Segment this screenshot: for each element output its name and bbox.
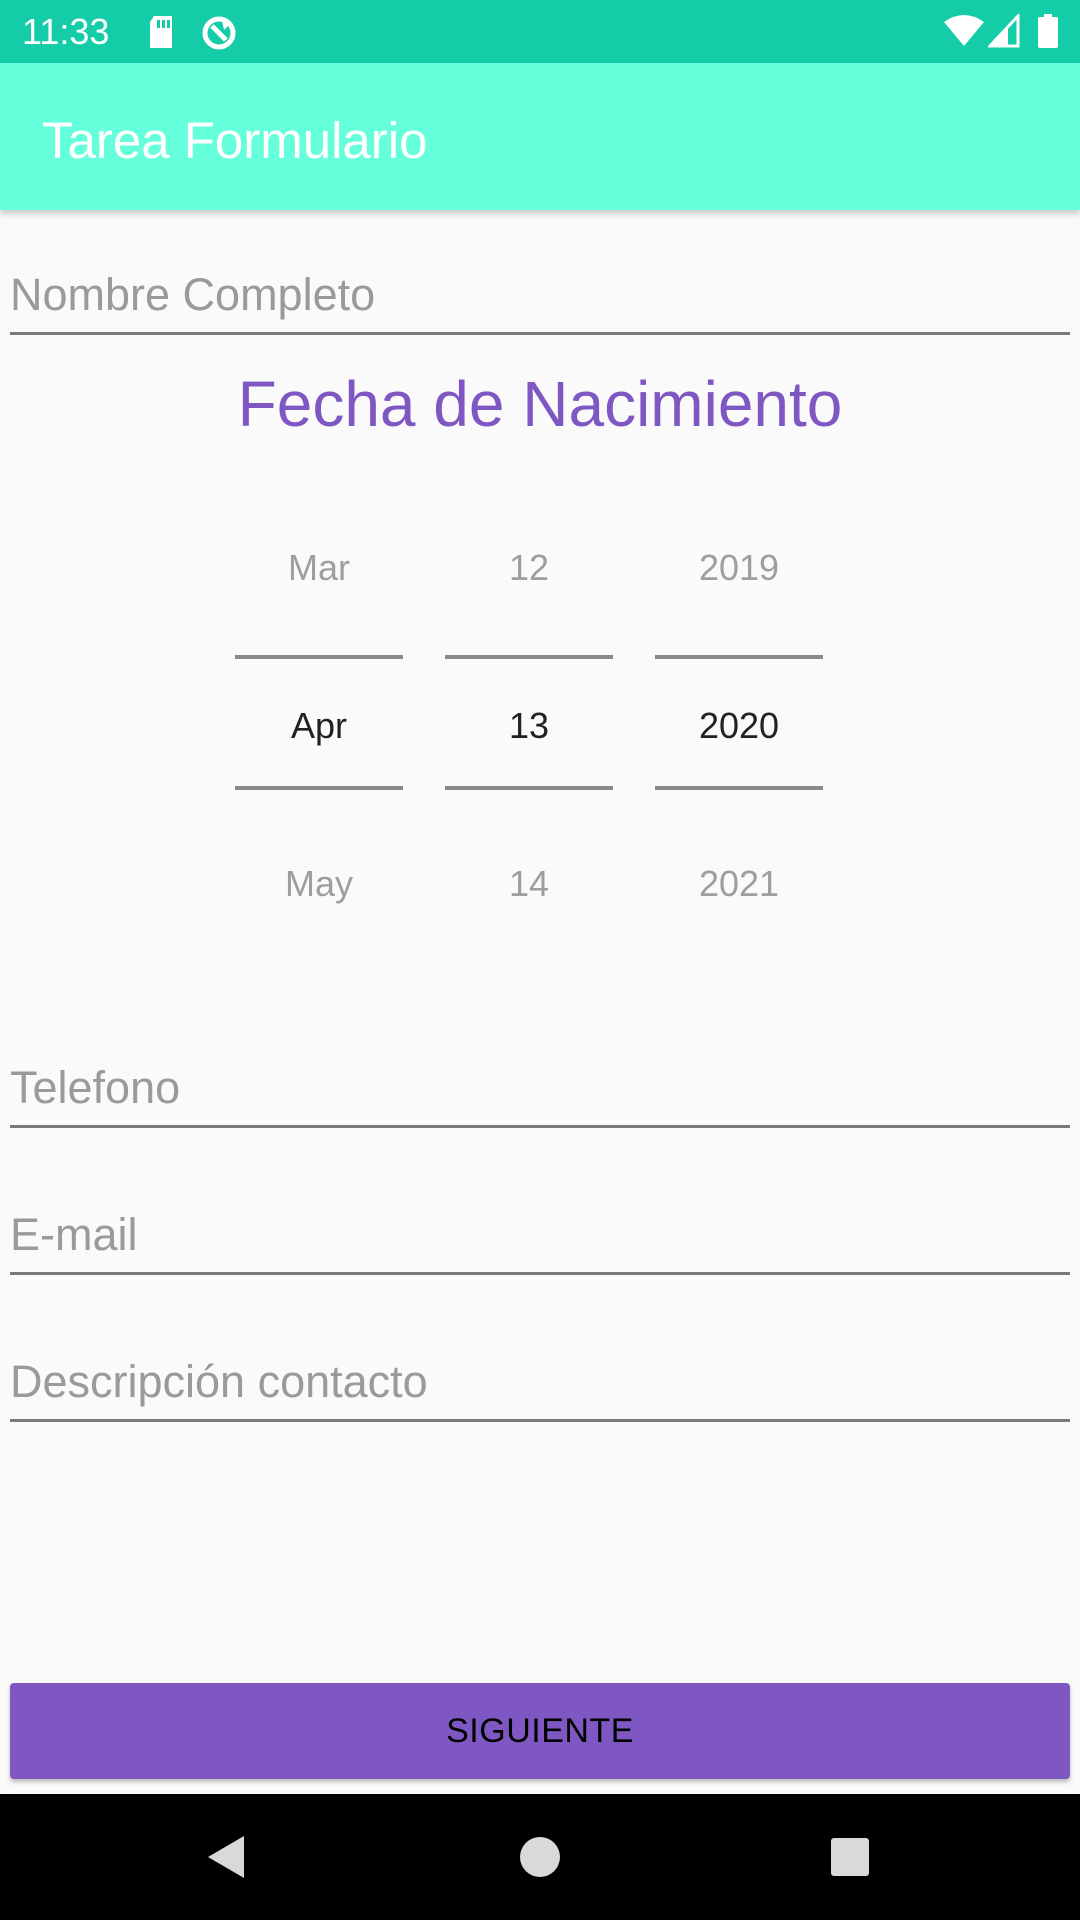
recents-icon[interactable] [815, 1822, 885, 1892]
day-prev[interactable]: 12 [445, 544, 613, 592]
navigation-bar [0, 1794, 1080, 1920]
wifi-icon [944, 14, 984, 53]
month-prev[interactable]: Mar [235, 544, 403, 592]
phone-field[interactable]: Telefono [10, 1048, 1070, 1128]
month-divider-bottom [235, 786, 403, 790]
full-name-placeholder: Nombre Completo [10, 269, 376, 320]
email-field[interactable]: E-mail [10, 1195, 1070, 1275]
app-title: Tarea Formulario [42, 112, 428, 169]
year-divider-bottom [655, 786, 823, 790]
day-divider-bottom [445, 786, 613, 790]
description-field[interactable]: Descripción contacto [10, 1342, 1070, 1422]
full-name-underline [10, 332, 1070, 335]
day-next[interactable]: 14 [445, 860, 613, 908]
next-button[interactable]: SIGUIENTE [10, 1683, 1070, 1779]
year-picker[interactable]: 2019 2020 2021 [655, 520, 823, 920]
sd-card-icon [146, 14, 176, 55]
phone-underline [10, 1125, 1070, 1128]
signal-icon [986, 12, 1020, 53]
year-prev[interactable]: 2019 [655, 544, 823, 592]
email-placeholder: E-mail [10, 1209, 138, 1260]
year-divider-top [655, 655, 823, 659]
day-picker[interactable]: 12 13 14 [445, 520, 613, 920]
month-picker[interactable]: Mar Apr May [235, 520, 403, 920]
status-time: 11:33 [22, 11, 110, 52]
description-underline [10, 1419, 1070, 1422]
email-underline [10, 1272, 1070, 1275]
month-divider-top [235, 655, 403, 659]
month-current[interactable]: Apr [235, 702, 403, 750]
back-icon[interactable] [190, 1822, 260, 1892]
home-icon[interactable] [505, 1822, 575, 1892]
description-placeholder: Descripción contacto [10, 1356, 428, 1407]
day-current[interactable]: 13 [445, 702, 613, 750]
app-bar: Tarea Formulario [0, 63, 1080, 210]
day-divider-top [445, 655, 613, 659]
sync-icon [200, 14, 238, 57]
month-next[interactable]: May [235, 860, 403, 908]
full-name-field[interactable]: Nombre Completo [10, 255, 1070, 335]
battery-icon [1038, 14, 1058, 53]
birth-date-title: Fecha de Nacimiento [237, 368, 843, 440]
year-next[interactable]: 2021 [655, 860, 823, 908]
phone-placeholder: Telefono [10, 1062, 181, 1113]
year-current[interactable]: 2020 [655, 702, 823, 750]
status-bar: 11:33 [0, 0, 1080, 63]
